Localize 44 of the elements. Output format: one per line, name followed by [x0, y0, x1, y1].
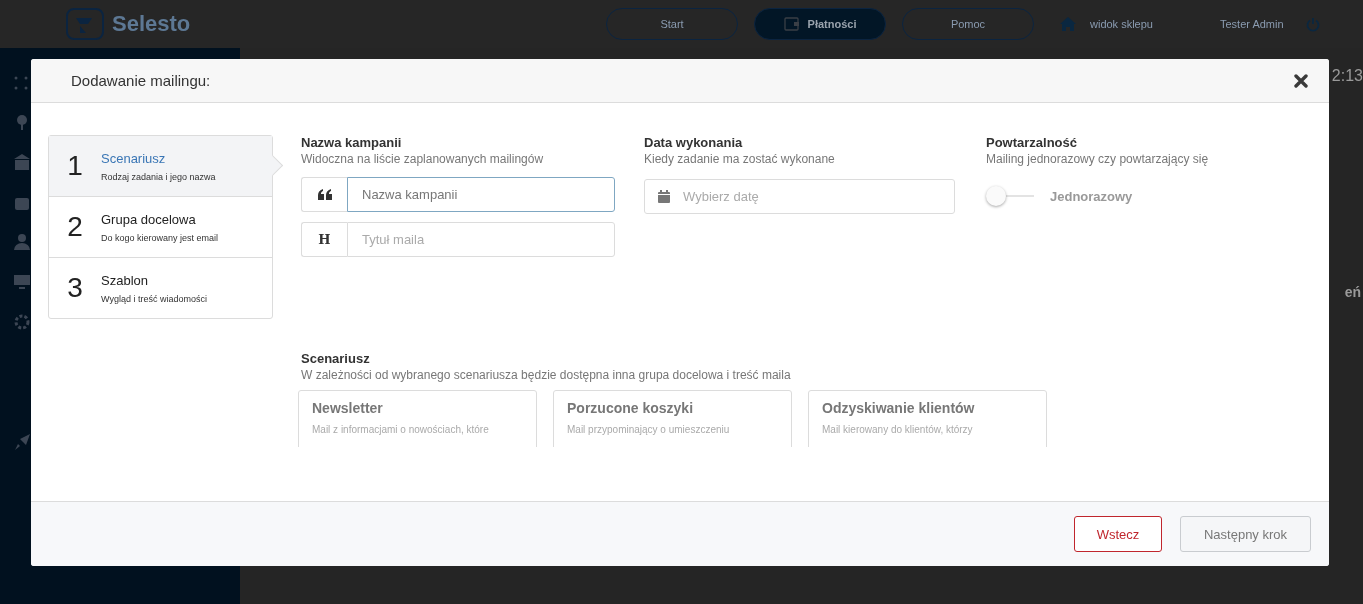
person-icon[interactable]	[14, 234, 30, 250]
card-description: Mail kierowany do klientów, którzy	[822, 424, 974, 435]
step-item[interactable]: 2 Grupa docelowa Do kogo kierowany jest email	[49, 196, 272, 257]
quote-icon	[317, 189, 332, 200]
field-label: Powtarzalność	[986, 135, 1079, 150]
heading-icon: H	[318, 232, 331, 247]
back-button[interactable]: Wstecz	[1074, 516, 1162, 552]
nav-tab[interactable]: Płatności	[754, 8, 886, 40]
close-icon[interactable]	[1294, 73, 1308, 88]
column-heading: eń	[1344, 284, 1361, 300]
dots-icon[interactable]	[14, 76, 28, 90]
scenario-card[interactable]: Porzucone koszyki Mail przypominający o umieszczeniu	[553, 390, 792, 447]
field-label: Nazwa kampanii	[301, 135, 403, 150]
shop-link[interactable]: widok sklepu	[1090, 18, 1220, 30]
monitor-icon[interactable]	[14, 274, 30, 290]
card-title: Odzyskiwanie klientów	[822, 400, 976, 416]
step-item[interactable]: 3 Szablon Wygląd i treść wiadomości	[49, 257, 272, 318]
toggle-label: Jednorazowy	[1050, 188, 1133, 204]
text-input[interactable]: Nazwa kampanii	[347, 177, 615, 212]
field-hint: Widoczna na liście zaplanowanych mailingów	[301, 152, 545, 166]
card-description: Mail przypominający o umieszczeniu	[567, 424, 731, 435]
date-field[interactable]: Wybierz datę	[644, 179, 955, 214]
card-title: Newsletter	[312, 400, 384, 416]
field-hint: Mailing jednorazowy czy powtarzający się	[986, 152, 1210, 166]
home-icon[interactable]	[1060, 17, 1076, 31]
user-name: Tester Admin	[1220, 18, 1284, 30]
time-text: 2:13	[1331, 67, 1363, 85]
card-title: Porzucone koszyki	[567, 400, 695, 416]
toggle-switch[interactable]	[986, 186, 1034, 206]
logo-text: Selesto	[112, 11, 191, 37]
card-description: Mail z informacjami o nowościach, które	[312, 424, 490, 435]
field-label: Data wykonania	[644, 135, 744, 150]
scenario-card[interactable]: Odzyskiwanie klientów Mail kierowany do klientów, którzy	[808, 390, 1047, 447]
field-hint: Kiedy zadanie ma zostać wykonane	[644, 152, 836, 166]
section-label: Scenariusz	[301, 351, 371, 366]
modal-title: Dodawanie mailingu:	[71, 72, 211, 89]
scenario-card[interactable]: Newsletter Mail z informacjami o nowościach, które	[298, 390, 537, 447]
logo-icon	[66, 8, 104, 40]
section-hint: W zależności od wybranego scenariusza będzie dostępna inna grupa docelowa i treść maila	[301, 368, 792, 382]
tree-icon[interactable]	[14, 114, 30, 130]
building-icon[interactable]	[14, 154, 30, 170]
power-icon[interactable]	[1305, 16, 1320, 32]
wallet-icon	[783, 16, 800, 32]
step-item[interactable]: 1 Scenariusz Rodzaj zadania i jego nazwa	[49, 136, 272, 196]
